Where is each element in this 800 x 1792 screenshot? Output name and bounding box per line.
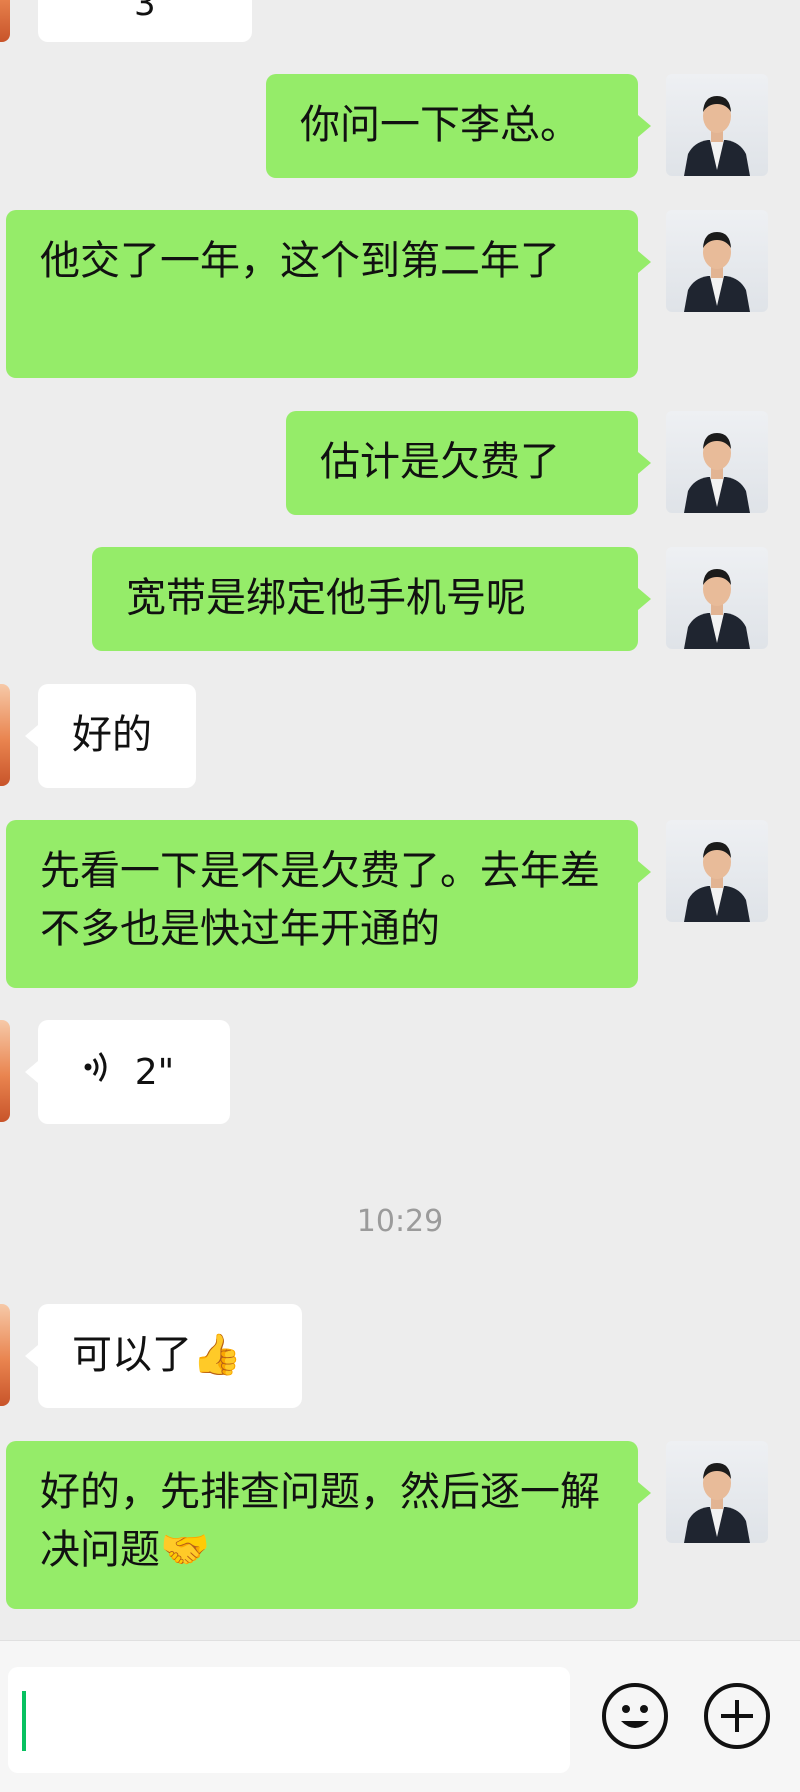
voice-wave-icon xyxy=(82,1042,112,1100)
emoji-button[interactable] xyxy=(602,1683,668,1749)
bubble-tail xyxy=(638,251,651,273)
message-text: 你问一下李总。 xyxy=(300,102,580,148)
message-bubble-outgoing[interactable]: 先看一下是不是欠费了。去年差不多也是快过年开通的 xyxy=(6,820,638,988)
bubble-tail xyxy=(638,1482,651,1504)
bubble-tail xyxy=(638,861,651,883)
message-text: 好的，先排查问题，然后逐一解决问题🤝 xyxy=(40,1469,600,1573)
text-cursor xyxy=(22,1691,26,1751)
message-text: 宽带是绑定他手机号呢 xyxy=(126,575,526,621)
contact-avatar[interactable] xyxy=(0,1020,10,1122)
my-avatar[interactable] xyxy=(666,74,768,176)
message-text: 可以了👍 xyxy=(72,1332,242,1378)
my-avatar[interactable] xyxy=(666,1441,768,1543)
bubble-tail xyxy=(638,588,651,610)
message-bubble-outgoing[interactable]: 你问一下李总。 xyxy=(266,74,638,178)
message-text: 估计是欠费了 xyxy=(320,439,560,485)
my-avatar[interactable] xyxy=(666,547,768,649)
voice-duration: 2" xyxy=(134,1052,175,1093)
my-avatar[interactable] xyxy=(666,210,768,312)
input-bar xyxy=(0,1640,800,1792)
plus-circle-icon xyxy=(721,1700,753,1732)
message-text: 先看一下是不是欠费了。去年差不多也是快过年开通的 xyxy=(40,848,600,952)
message-bubble-incoming[interactable]: 3″ xyxy=(38,0,252,42)
message-input[interactable] xyxy=(8,1667,570,1773)
chat-area: 3″ 你问一下李总。 他交了一年，这个到第二年了 估计是欠费了 宽带是绑定他手机… xyxy=(0,0,800,1640)
contact-avatar[interactable] xyxy=(0,1304,10,1406)
bubble-tail xyxy=(25,725,38,747)
my-avatar[interactable] xyxy=(666,411,768,513)
contact-avatar[interactable] xyxy=(0,684,10,786)
message-text: 他交了一年，这个到第二年了 xyxy=(40,238,560,284)
message-text: 好的 xyxy=(72,712,152,758)
message-timestamp: 10:29 xyxy=(356,1204,444,1239)
message-bubble-incoming[interactable]: 可以了👍 xyxy=(38,1304,302,1408)
voice-message-bubble[interactable]: 2" xyxy=(38,1020,230,1124)
message-bubble-incoming[interactable]: 好的 xyxy=(38,684,196,788)
message-bubble-outgoing[interactable]: 宽带是绑定他手机号呢 xyxy=(92,547,638,651)
more-button[interactable] xyxy=(704,1683,770,1749)
bubble-tail xyxy=(25,1061,38,1083)
bubble-tail xyxy=(638,115,651,137)
emoji-smile-icon xyxy=(621,1705,649,1728)
voice-duration: 3″ xyxy=(134,0,169,24)
contact-avatar[interactable] xyxy=(0,0,10,42)
my-avatar[interactable] xyxy=(666,820,768,922)
bubble-tail xyxy=(25,1345,38,1367)
bubble-tail xyxy=(638,452,651,474)
message-bubble-outgoing[interactable]: 好的，先排查问题，然后逐一解决问题🤝 xyxy=(6,1441,638,1609)
message-bubble-outgoing[interactable]: 估计是欠费了 xyxy=(286,411,638,515)
message-bubble-outgoing[interactable]: 他交了一年，这个到第二年了 xyxy=(6,210,638,378)
